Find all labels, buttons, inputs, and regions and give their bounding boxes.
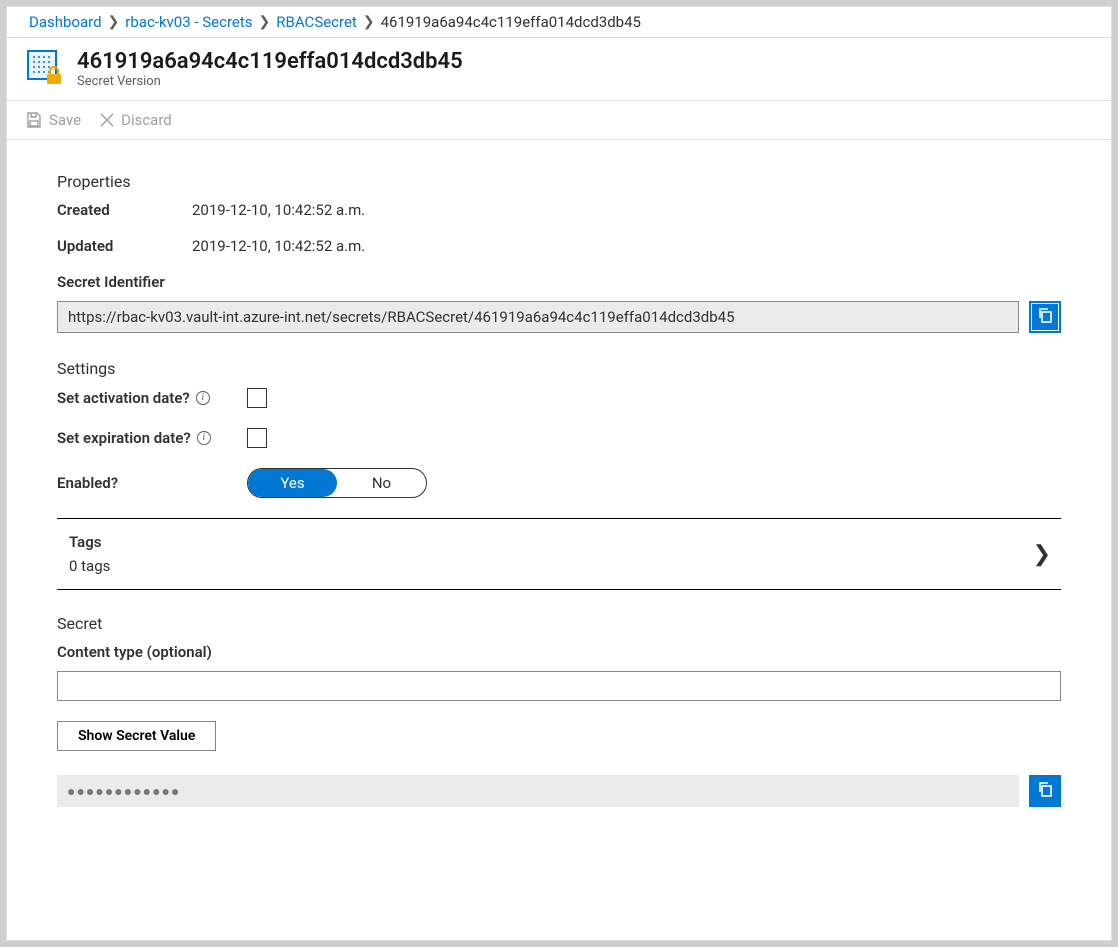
page-title: 461919a6a94c4c119effa014dcd3db45: [77, 49, 463, 74]
enabled-label: Enabled?: [57, 474, 118, 492]
enabled-toggle[interactable]: Yes No: [247, 468, 427, 498]
discard-button[interactable]: Discard: [99, 111, 172, 129]
save-icon: [25, 111, 43, 129]
page-header: 461919a6a94c4c119effa014dcd3db45 Secret …: [7, 38, 1111, 101]
page-subtitle: Secret Version: [77, 74, 463, 89]
content-type-label: Content type (optional): [57, 643, 1061, 661]
info-icon[interactable]: i: [197, 431, 211, 445]
chevron-right-icon: ❯: [106, 14, 122, 30]
settings-heading: Settings: [57, 359, 1061, 378]
secret-identifier-input[interactable]: [57, 301, 1019, 333]
secret-identifier-label: Secret Identifier: [57, 273, 1061, 291]
tags-label: Tags: [69, 533, 110, 551]
updated-value: 2019-12-10, 10:42:52 a.m.: [192, 237, 365, 255]
breadcrumb-item-secret[interactable]: RBACSecret: [276, 13, 357, 31]
created-value: 2019-12-10, 10:42:52 a.m.: [192, 201, 365, 219]
tags-count: 0 tags: [69, 557, 110, 575]
enabled-option-yes[interactable]: Yes: [248, 469, 337, 497]
content-area: Properties Created 2019-12-10, 10:42:52 …: [7, 140, 1111, 940]
tags-section[interactable]: Tags 0 tags ❯: [57, 518, 1061, 590]
activation-date-checkbox[interactable]: [247, 388, 267, 408]
copy-identifier-button[interactable]: [1029, 301, 1061, 333]
breadcrumb-item-current: 461919a6a94c4c119effa014dcd3db45: [381, 13, 641, 31]
properties-heading: Properties: [57, 172, 1061, 191]
expiration-date-label: Set expiration date?: [57, 429, 191, 447]
copy-icon: [1036, 306, 1054, 328]
updated-label: Updated: [57, 237, 192, 255]
chevron-right-icon: ❯: [257, 14, 273, 30]
chevron-right-icon: ❯: [361, 14, 377, 30]
copy-icon: [1036, 780, 1054, 802]
content-type-input[interactable]: [57, 671, 1061, 701]
chevron-right-icon: ❯: [1033, 542, 1051, 567]
expiration-date-checkbox[interactable]: [247, 428, 267, 448]
show-secret-value-button[interactable]: Show Secret Value: [57, 721, 216, 751]
secret-version-icon: [25, 48, 63, 90]
activation-date-label: Set activation date?: [57, 389, 190, 407]
save-button[interactable]: Save: [25, 111, 81, 129]
breadcrumb-item-vault[interactable]: rbac-kv03 - Secrets: [125, 13, 252, 31]
copy-secret-value-button[interactable]: [1029, 775, 1061, 807]
command-bar: Save Discard: [7, 101, 1111, 140]
secret-value-masked: ●●●●●●●●●●●●: [57, 775, 1019, 807]
enabled-option-no[interactable]: No: [337, 469, 426, 497]
breadcrumb: Dashboard ❯ rbac-kv03 - Secrets ❯ RBACSe…: [7, 7, 1111, 38]
secret-heading: Secret: [57, 614, 1061, 633]
close-icon: [99, 112, 115, 128]
created-label: Created: [57, 201, 192, 219]
info-icon[interactable]: i: [196, 391, 210, 405]
breadcrumb-item-dashboard[interactable]: Dashboard: [29, 13, 102, 31]
